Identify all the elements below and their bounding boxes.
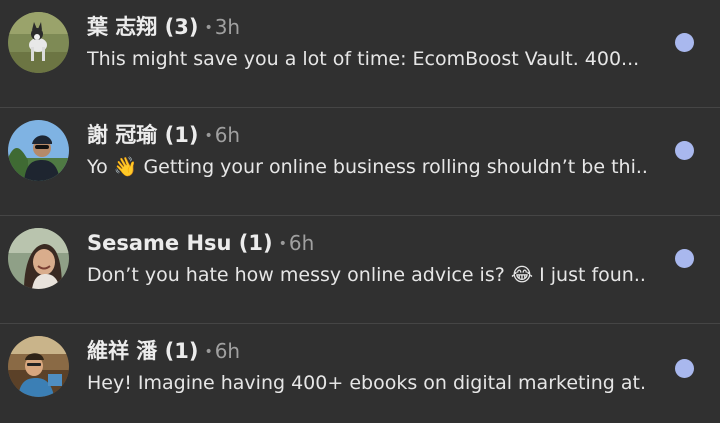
- conversation-header: 葉 志翔 (3) • 3h: [87, 12, 240, 42]
- conversation-row[interactable]: 葉 志翔 (3) • 3h This might save you a lot of…: [0, 0, 720, 108]
- conversation-row[interactable]: 謝 冠瑜 (1) • 6h Yo 👋 Getting your online bus…: [0, 108, 720, 216]
- separator-dot: •: [204, 344, 213, 360]
- avatar-person-image: [8, 336, 69, 397]
- avatar[interactable]: [8, 228, 69, 289]
- message-preview: Don’t you hate how messy online advice i…: [87, 264, 647, 286]
- conversation-header: Sesame Hsu (1) • 6h: [87, 228, 314, 258]
- unread-dot-icon: [675, 141, 694, 160]
- conversation-list: 葉 志翔 (3) • 3h This might save you a lot of…: [0, 0, 720, 423]
- unread-dot-icon: [675, 33, 694, 52]
- timestamp: 3h: [214, 15, 241, 39]
- unread-dot-icon: [675, 249, 694, 268]
- sender-name: 葉 志翔 (3): [87, 15, 199, 39]
- separator-dot: •: [278, 236, 287, 252]
- avatar[interactable]: [8, 336, 69, 397]
- separator-dot: •: [204, 20, 213, 36]
- message-preview: Hey! Imagine having 400+ ebooks on digit…: [87, 372, 647, 394]
- unread-dot-icon: [675, 359, 694, 378]
- separator-dot: •: [204, 128, 213, 144]
- avatar-dog-image: [8, 12, 69, 73]
- conversation-header: 維祥 潘 (1) • 6h: [87, 336, 240, 366]
- sender-name: 維祥 潘 (1): [87, 339, 199, 363]
- conversation-header: 謝 冠瑜 (1) • 6h: [87, 120, 240, 150]
- avatar-person-image: [8, 120, 69, 181]
- sender-name: 謝 冠瑜 (1): [87, 123, 199, 147]
- message-preview: This might save you a lot of time: EcomB…: [87, 48, 640, 70]
- avatar[interactable]: [8, 12, 69, 73]
- message-preview: Yo 👋 Getting your online business rollin…: [87, 156, 647, 178]
- timestamp: 6h: [214, 339, 241, 363]
- conversation-row[interactable]: Sesame Hsu (1) • 6h Don’t you hate how mes…: [0, 216, 720, 324]
- avatar[interactable]: [8, 120, 69, 181]
- avatar-person-image: [8, 228, 69, 289]
- timestamp: 6h: [288, 231, 315, 255]
- sender-name: Sesame Hsu (1): [87, 231, 273, 255]
- timestamp: 6h: [214, 123, 241, 147]
- conversation-row[interactable]: 維祥 潘 (1) • 6h Hey! Imagine having 400+ ebo…: [0, 324, 720, 423]
